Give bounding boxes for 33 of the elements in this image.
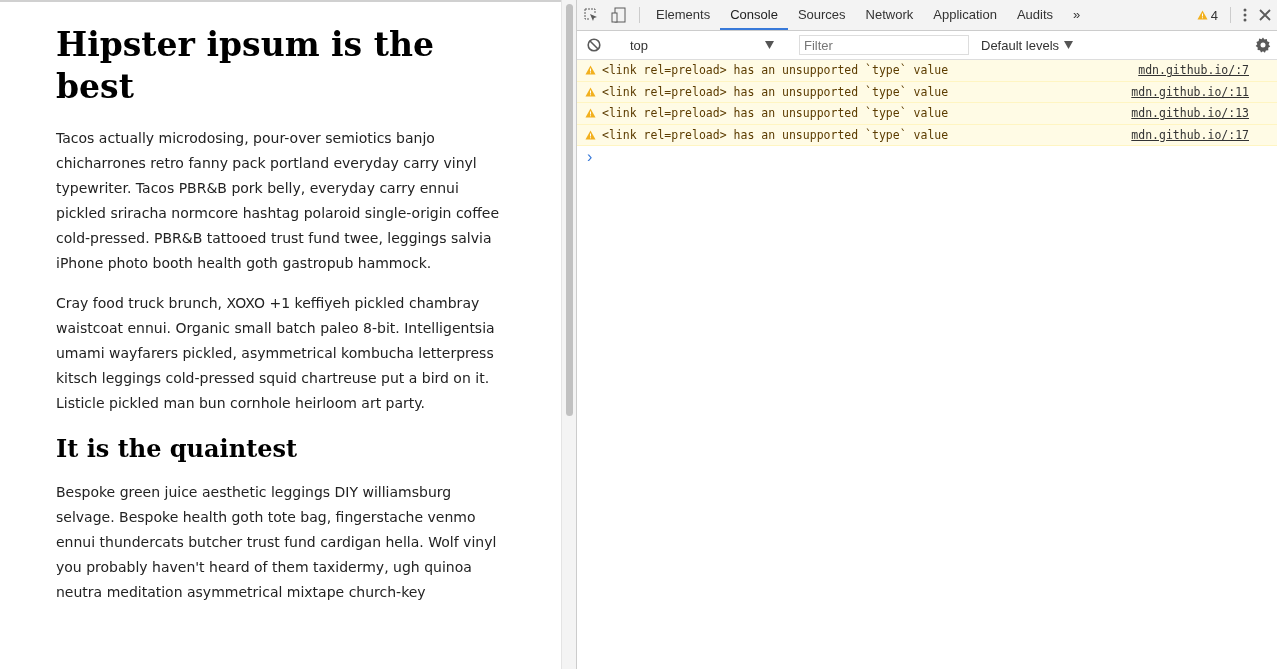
devtools-tab[interactable]: Console [720,0,788,30]
caret-icon [1064,41,1074,49]
more-tabs-button[interactable]: » [1063,0,1091,30]
devtools-tab[interactable]: Sources [787,0,856,30]
source-link[interactable]: mdn.github.io/:11 [1131,84,1249,99]
article-paragraph: Cray food truck brunch, XOXO +1 keffiyeh pickled chambray waistcoat ennui. Organic small batch paleo 8-bit. Intelligentsia umami wayfarers pickled, asymmetrical kombucha letterpress kitsch leggings cold-pressed squid chartreuse put a bird on it. Listicle pickled man bun cornhole heirloom art party. [56,294,496,413]
console-message: <link rel=preload> has an unsupported `type` value [602,63,950,78]
warning-counter[interactable]: 4 [1190,0,1224,30]
console-message: <link rel=preload> has an unsupported `type` value [602,84,950,99]
article-heading: Hipster ipsum is the best [56,24,435,108]
article-paragraph: Tacos actually microdosing, pour-over semiotics banjo chicharrones retro fanny pack portland everyday carry vinyl typewriter. Tacos PBR&B pork belly, everyday carry ennui pickled sriracha normcore hashtag polaroid single-origin coffee cold-pressed. PBR&B tattooed trust fund twee, leggings salvia iPhone photo booth health goth gastropub hammock. [56,129,501,273]
devtools-tab[interactable]: Elements [646,0,721,30]
scrollbar[interactable] [561,0,577,669]
filter-field[interactable]: Filter [799,35,969,55]
console-message: <link rel=preload> has an unsupported `type` value [602,106,950,121]
section-heading: It is the quaintest [56,434,299,464]
warning-icon [585,65,596,76]
warning-icon [585,86,596,97]
warning-icon [585,129,596,140]
devtools-tab[interactable]: Network [855,0,924,30]
warning-icon [1196,10,1208,20]
levels-dropdown[interactable]: Default levels [975,36,1080,54]
context-select[interactable]: top [620,37,780,53]
console-prompt[interactable]: › [587,148,593,166]
caret-icon [765,41,774,49]
console-message: <link rel=preload> has an unsupported `type` value [602,127,950,142]
source-link[interactable]: mdn.github.io/:17 [1131,127,1249,142]
devtools-tab[interactable]: Application [923,0,1007,30]
devtools-tab[interactable]: Audits [1006,0,1064,30]
source-link[interactable]: mdn.github.io/:13 [1131,106,1249,121]
source-link[interactable]: mdn.github.io/:7 [1138,63,1249,78]
warning-icon [585,108,596,119]
article-paragraph: Bespoke green juice aesthetic leggings DIY williamsburg selvage. Bespoke health goth tote bag, fingerstache venmo ennui thundercats butcher trust fund cardigan hella. Wolf vinyl you probably haven't heard of them taxidermy, ugh quinoa neutra meditation asymmetrical mixtape church-key [56,483,498,602]
